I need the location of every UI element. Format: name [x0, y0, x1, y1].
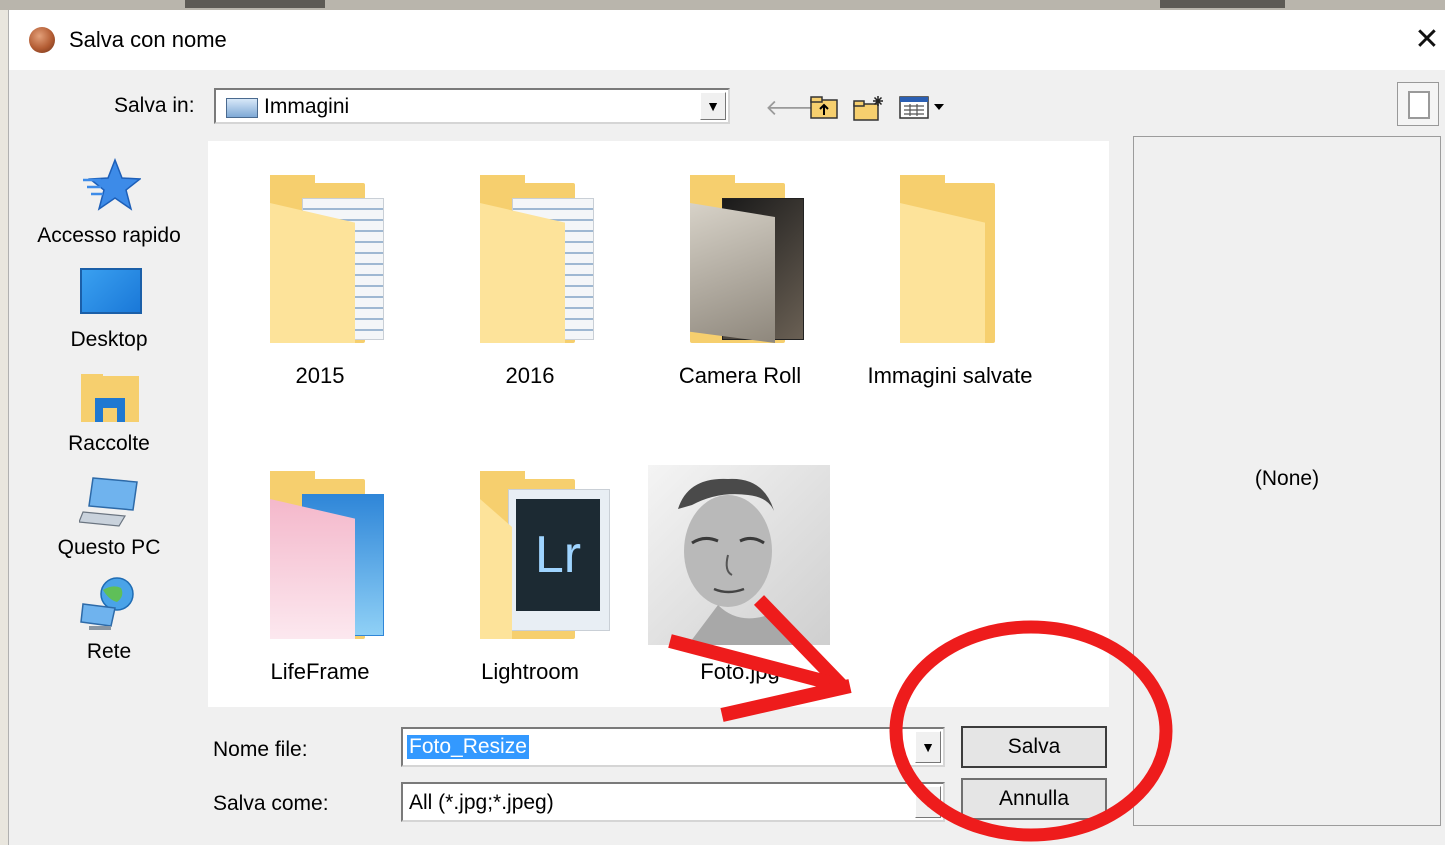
red-arrow-annotation — [668, 595, 852, 722]
annotation-overlay — [668, 595, 1173, 842]
red-circle-annotation — [889, 620, 1173, 842]
